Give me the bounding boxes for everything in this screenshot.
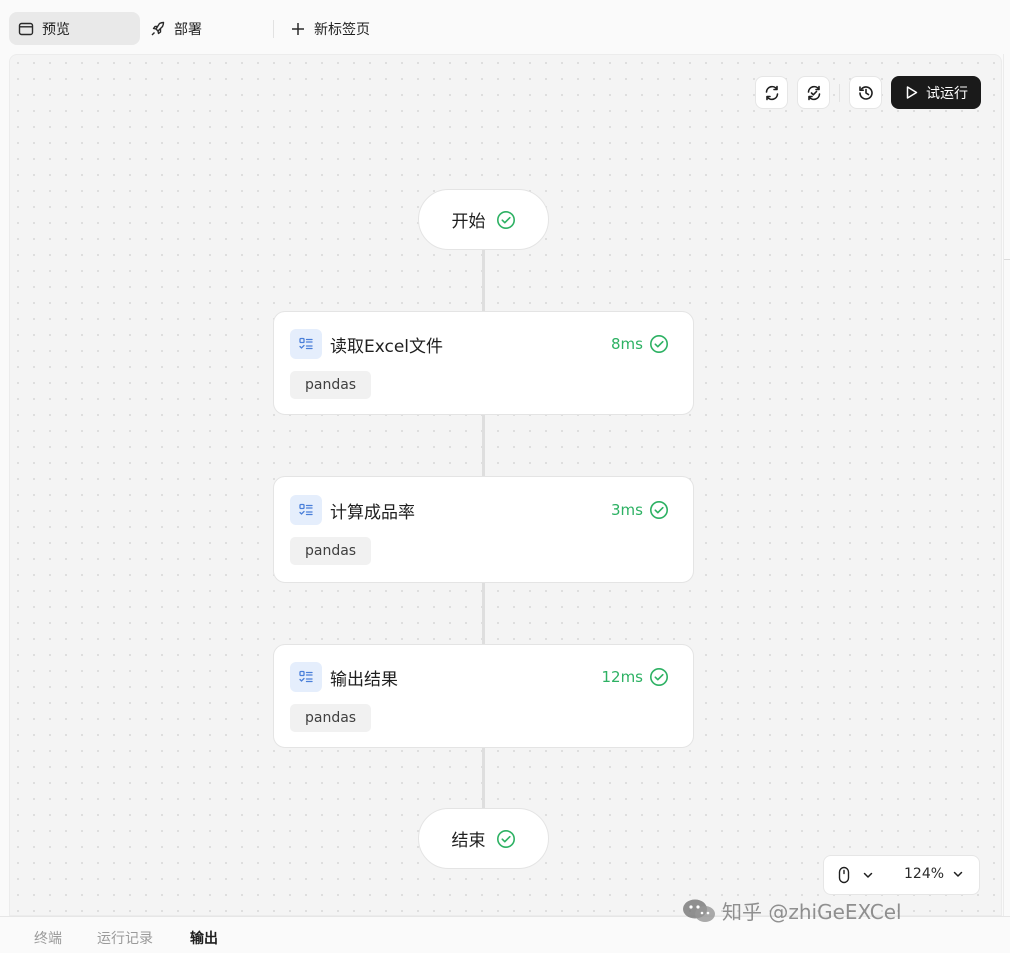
history-button[interactable] bbox=[849, 76, 882, 109]
node-duration: 8ms bbox=[611, 335, 643, 353]
zoom-level-dropdown[interactable]: 124% bbox=[904, 866, 964, 882]
refresh-icon bbox=[765, 85, 778, 100]
flow-connector bbox=[482, 583, 485, 644]
tab-output[interactable]: 输出 bbox=[190, 928, 218, 948]
sync-button[interactable] bbox=[797, 76, 830, 109]
node-title: 计算成品率 bbox=[330, 502, 415, 523]
tab-terminal[interactable]: 终端 bbox=[34, 928, 62, 948]
top-tab-bar: 预览 部署 新标签页 bbox=[0, 0, 1010, 54]
tab-label: 预览 bbox=[42, 21, 70, 38]
node-tag: pandas bbox=[290, 371, 372, 399]
chevron-down-icon bbox=[953, 871, 963, 877]
node-tag: pandas bbox=[290, 704, 372, 732]
browser-window-icon bbox=[18, 22, 34, 35]
plus-icon bbox=[292, 22, 304, 35]
tab-label: 新标签页 bbox=[314, 21, 370, 38]
flow-connector bbox=[482, 748, 485, 808]
code-list-icon bbox=[290, 329, 322, 359]
chevron-down-icon bbox=[863, 872, 873, 878]
flow-connector bbox=[482, 250, 485, 311]
watermark-text: 知乎 @zhiGeEXCel bbox=[722, 900, 902, 924]
node-duration: 12ms bbox=[601, 668, 643, 686]
refresh-button[interactable] bbox=[755, 76, 788, 109]
tab-run-history[interactable]: 运行记录 bbox=[97, 928, 153, 948]
tab-divider bbox=[273, 20, 274, 38]
start-node[interactable]: 开始 bbox=[418, 189, 549, 250]
node-tag: pandas bbox=[290, 537, 372, 565]
node-duration: 3ms bbox=[611, 501, 643, 519]
workflow-node[interactable]: 输出结果 12ms pandas bbox=[273, 644, 694, 748]
play-icon bbox=[906, 86, 918, 99]
check-circle-icon bbox=[496, 829, 515, 848]
check-circle-icon bbox=[650, 335, 668, 353]
trial-run-button[interactable]: 试运行 bbox=[891, 76, 981, 109]
start-label: 开始 bbox=[451, 212, 486, 232]
node-title: 输出结果 bbox=[330, 669, 398, 690]
sync-icon bbox=[807, 85, 820, 100]
watermark: 知乎 @zhiGeEXCel bbox=[682, 896, 902, 925]
tab-preview[interactable]: 预览 bbox=[9, 12, 140, 45]
interaction-mode-dropdown[interactable] bbox=[836, 866, 874, 884]
end-label: 结束 bbox=[451, 831, 486, 851]
side-panel-edge bbox=[1003, 54, 1010, 916]
code-list-icon bbox=[290, 495, 322, 525]
check-circle-icon bbox=[650, 668, 668, 686]
end-node[interactable]: 结束 bbox=[418, 808, 549, 869]
zoom-control-panel: 124% bbox=[823, 855, 980, 895]
tab-new[interactable]: 新标签页 bbox=[290, 12, 400, 45]
workflow-node[interactable]: 读取Excel文件 8ms pandas bbox=[273, 311, 694, 415]
run-label: 试运行 bbox=[926, 85, 968, 102]
mouse-icon bbox=[838, 866, 850, 884]
toolbar-divider bbox=[839, 84, 840, 102]
tab-label: 部署 bbox=[174, 21, 202, 38]
node-title: 读取Excel文件 bbox=[330, 336, 444, 357]
flow-connector bbox=[482, 415, 485, 476]
workflow-node[interactable]: 计算成品率 3ms pandas bbox=[273, 476, 694, 583]
wechat-icon bbox=[683, 899, 715, 922]
code-list-icon bbox=[290, 662, 322, 692]
zoom-level: 124% bbox=[904, 866, 945, 882]
rocket-icon bbox=[151, 21, 165, 35]
tab-deploy[interactable]: 部署 bbox=[150, 12, 260, 45]
check-circle-icon bbox=[650, 501, 668, 519]
history-icon bbox=[858, 85, 873, 100]
check-circle-icon bbox=[496, 210, 515, 229]
